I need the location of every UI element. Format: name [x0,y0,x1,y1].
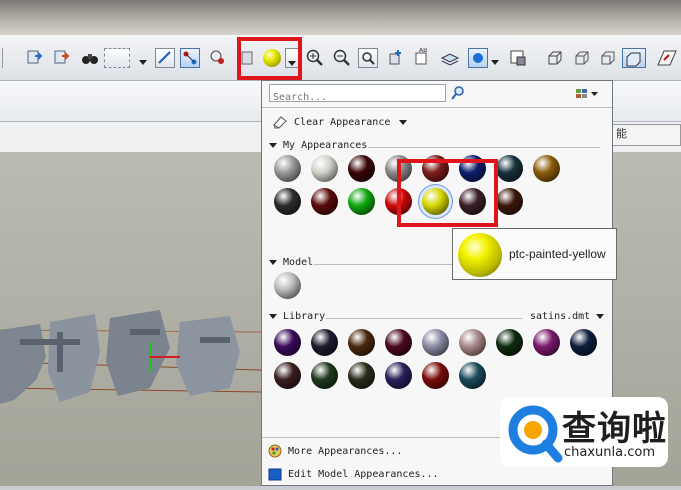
library-appearance-swatch[interactable] [311,362,338,389]
title-strip [0,0,681,35]
my-appearance-swatch[interactable] [274,188,301,215]
library-appearance-swatch[interactable] [422,362,449,389]
model-section-header[interactable]: Model [269,257,313,268]
library-appearance-swatch[interactable] [274,329,301,356]
side-tab-label: 能 [616,127,627,140]
collapse-my-appearances-icon [269,142,277,148]
copy-icon[interactable] [2,48,16,68]
edit-model-appearances-label: Edit Model Appearances... [288,469,439,480]
hidden-line-icon[interactable] [572,48,592,68]
selection-box-icon[interactable] [104,48,130,68]
clear-appearance-label: Clear Appearance [294,117,391,128]
sketch-view-icon[interactable] [155,48,175,68]
no-hidden-icon[interactable] [598,48,618,68]
my-appearances-header[interactable]: My Appearances [269,140,367,151]
tooltip-label: ptc-painted-yellow [509,247,606,261]
watermark-url: chaxunla.com [564,445,655,460]
shading-edges-icon[interactable] [655,48,679,68]
regenerate-icon[interactable] [25,48,45,68]
clear-appearance-button[interactable]: Clear Appearance [272,115,408,131]
search-input[interactable] [270,89,446,106]
library-appearance-swatch[interactable] [311,329,338,356]
refit-icon[interactable] [358,48,378,68]
library-file-label: satins.dmt [530,311,591,322]
eraser-icon [273,116,287,129]
library-appearance-swatch[interactable] [459,362,486,389]
palette-icon [268,444,282,458]
my-appearance-swatch[interactable] [274,155,301,182]
zoom-out-icon[interactable] [332,48,352,68]
shading-icon[interactable] [622,48,646,68]
my-appearance-swatch[interactable] [496,155,523,182]
top-separator [262,107,612,108]
reorient-icon[interactable] [386,48,406,68]
my-appearance-swatch[interactable] [311,188,338,215]
display-style-button[interactable] [468,48,488,68]
library-appearance-swatch[interactable] [459,329,486,356]
selection-dropdown-arrow[interactable] [133,48,153,68]
library-section-header[interactable]: Library [269,311,325,322]
magnifier-logo-icon [508,405,563,463]
find-binoculars-icon[interactable] [80,48,100,68]
appearance-tooltip: ptc-painted-yellow [452,228,617,280]
toolbar-highlight-box [237,37,302,80]
spin-center-icon[interactable] [208,48,228,68]
model-section-label: Model [283,257,314,268]
side-tab[interactable]: 能 [612,124,681,146]
edit-appearance-icon [268,468,282,481]
search-field-box [269,84,446,106]
library-file-select[interactable]: satins.dmt [530,311,605,322]
watermark-logo: 查询啦 chaxunla.com [500,397,668,467]
library-appearance-swatch[interactable] [496,329,523,356]
collapse-library-icon [269,313,277,319]
library-appearance-swatch[interactable] [348,329,375,356]
more-appearances-label: More Appearances... [288,446,403,457]
my-appearance-swatch[interactable] [348,188,375,215]
layers-icon[interactable] [440,48,460,68]
model-separator [314,264,454,265]
main-toolbar: AB [0,35,681,81]
my-appearance-swatch[interactable] [533,155,560,182]
library-appearance-swatch[interactable] [570,329,597,356]
more-appearances-button[interactable]: More Appearances... [268,444,402,458]
display-style-icon [473,53,483,63]
library-section-label: Library [283,311,326,322]
search-icon[interactable] [450,85,466,101]
library-appearance-swatch[interactable] [274,362,301,389]
clear-appearance-dropdown-icon [399,119,408,125]
my-appearance-swatch[interactable] [348,155,375,182]
saved-views-icon[interactable]: AB [412,47,432,68]
library-appearance-swatch[interactable] [385,362,412,389]
display-style-dropdown-arrow[interactable] [489,48,501,68]
watermark-brand: 查询啦 [562,409,667,449]
library-appearance-swatch[interactable] [533,329,560,356]
datum-display-icon[interactable] [180,48,200,68]
library-appearance-swatch[interactable] [348,362,375,389]
zoom-in-icon[interactable] [305,48,325,68]
edit-model-appearances-button[interactable]: Edit Model Appearances... [268,467,439,481]
svg-text:AB: AB [419,48,427,54]
library-file-dropdown-icon [596,313,605,319]
regenerate-manager-icon[interactable] [52,48,72,68]
my-appearance-swatch[interactable] [496,188,523,215]
my-appearances-label: My Appearances [283,140,368,151]
model-appearance-swatch[interactable] [274,272,301,299]
collapse-model-icon [269,259,277,265]
gallery-options-icon[interactable] [575,86,601,100]
model-display-icon[interactable] [508,48,528,68]
library-appearance-swatch[interactable] [385,329,412,356]
library-separator [326,318,522,319]
library-appearance-swatch[interactable] [422,329,449,356]
my-appearance-swatch[interactable] [311,155,338,182]
tooltip-sphere-preview [458,233,502,277]
swatch-highlight-box [397,159,498,227]
wireframe-icon[interactable] [545,48,565,68]
my-appearances-separator [368,147,600,148]
